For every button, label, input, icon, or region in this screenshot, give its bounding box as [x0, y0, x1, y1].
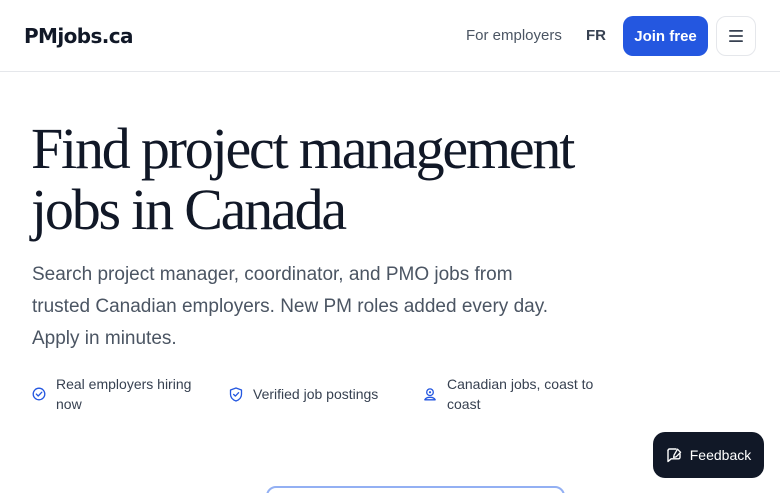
- hero-title: Find project management jobs in Canada: [31, 118, 691, 240]
- feature-label: Verified job postings: [253, 386, 379, 402]
- map-pin-icon: [424, 388, 436, 401]
- language-toggle-link[interactable]: FR: [586, 27, 606, 44]
- for-employers-link[interactable]: For employers: [466, 27, 562, 44]
- join-free-button[interactable]: Join free: [623, 16, 708, 56]
- feature-verified-postings: Verified job postings: [229, 384, 409, 404]
- hamburger-menu-icon: [729, 30, 743, 42]
- feature-label: Real employers hiring now: [56, 376, 192, 412]
- check-badge-icon: [32, 387, 46, 401]
- feedback-button[interactable]: Feedback: [653, 432, 764, 478]
- feedback-label: Feedback: [689, 447, 752, 463]
- hero-subtitle: Search project manager, coordinator, and…: [32, 264, 549, 349]
- feature-label: Canadian jobs, coast to coast: [447, 376, 594, 412]
- feedback-icon: [667, 447, 681, 462]
- menu-button[interactable]: [716, 16, 756, 56]
- hero-title-line-1: Find project management: [31, 116, 575, 181]
- site-logo[interactable]: PMjobs.ca: [24, 24, 134, 48]
- hero-title-line-2: jobs in Canada: [31, 177, 347, 242]
- site-header: PMjobs.ca For employers FR Join free: [0, 0, 780, 72]
- shield-check-icon: [229, 386, 243, 402]
- feature-canadian-jobs: Canadian jobs, coast to coast: [423, 374, 608, 414]
- feature-real-employers: Real employers hiring now: [32, 374, 207, 414]
- search-card-preview: [266, 486, 565, 493]
